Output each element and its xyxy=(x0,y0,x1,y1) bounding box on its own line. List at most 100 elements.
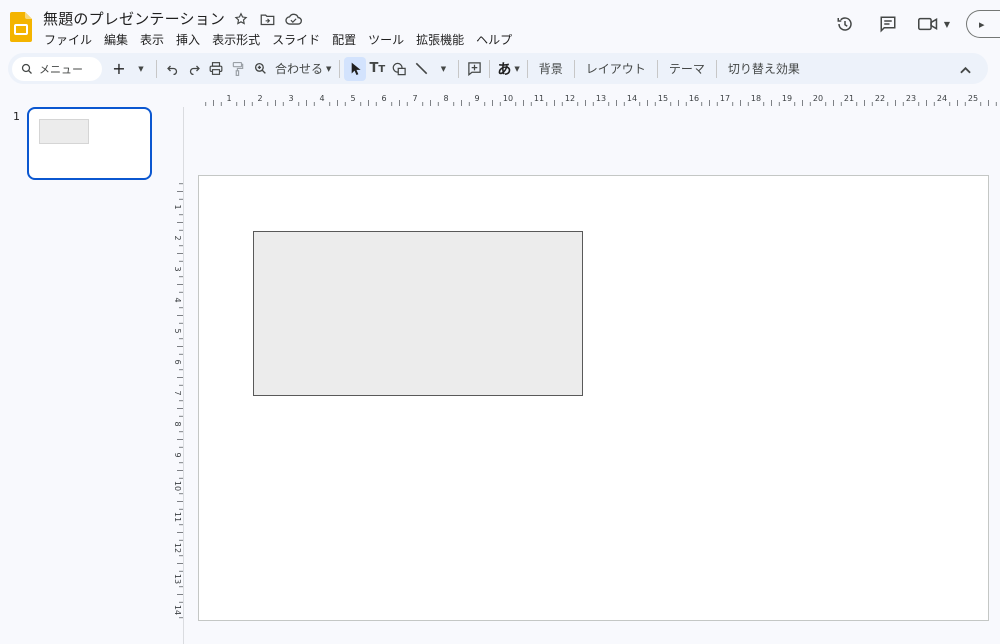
menu-edit[interactable]: 編集 xyxy=(104,31,128,48)
ruler-label: 8 xyxy=(173,421,182,426)
menu-help[interactable]: ヘルプ xyxy=(476,31,512,48)
chevron-up-icon xyxy=(959,66,971,74)
ruler-label: 25 xyxy=(968,94,978,103)
ruler-label: 12 xyxy=(173,543,182,553)
rectangle-shape[interactable] xyxy=(253,231,583,396)
ruler-label: 24 xyxy=(937,94,947,103)
ruler-label: 2 xyxy=(257,94,262,103)
ruler-label: 10 xyxy=(503,94,513,103)
undo-button[interactable] xyxy=(161,57,183,81)
move-to-folder-icon[interactable] xyxy=(258,11,276,27)
chevron-down-icon: ▼ xyxy=(943,19,950,29)
menu-bar: ファイル 編集 表示 挿入 表示形式 スライド 配置 ツール 拡張機能 ヘルプ xyxy=(44,31,512,48)
ruler-label: 19 xyxy=(782,94,792,103)
transition-button[interactable]: 切り替え効果 xyxy=(721,60,807,77)
ruler-label: 10 xyxy=(173,481,182,491)
menu-view[interactable]: 表示 xyxy=(140,31,164,48)
ruler-label: 6 xyxy=(381,94,386,103)
ruler-label: 7 xyxy=(412,94,417,103)
horizontal-ruler[interactable]: 1 2 3 4 5 6 7 8 9 10 11 12 13 14 15 16 17 18 19 20 21 22 23 24 2… xyxy=(183,92,1000,107)
ruler-label: 18 xyxy=(751,94,761,103)
menu-tools[interactable]: ツール xyxy=(368,31,404,48)
ruler-label: 15 xyxy=(658,94,668,103)
star-icon[interactable] xyxy=(232,11,250,27)
hide-menus-button[interactable] xyxy=(954,58,976,82)
line-icon xyxy=(415,62,428,75)
ruler-label: 12 xyxy=(565,94,575,103)
insert-image-shape-button[interactable] xyxy=(388,57,410,81)
redo-button[interactable] xyxy=(183,57,205,81)
chevron-down-icon: ▼ xyxy=(326,64,332,73)
undo-icon xyxy=(166,65,177,75)
ruler-label: 16 xyxy=(689,94,699,103)
theme-button[interactable]: テーマ xyxy=(662,60,712,77)
zoom-value: 合わせる xyxy=(275,62,323,76)
zoom-select[interactable]: 合わせる ▼ xyxy=(271,60,335,77)
slide-number: 1 xyxy=(13,110,20,123)
ruler-label: 17 xyxy=(720,94,730,103)
ruler-label: 9 xyxy=(173,452,182,457)
meet-button[interactable]: ▼ xyxy=(917,17,950,31)
version-history-button[interactable] xyxy=(831,10,859,38)
zoom-button[interactable] xyxy=(249,57,271,81)
history-icon xyxy=(837,17,852,31)
select-tool-button[interactable] xyxy=(344,56,367,81)
chevron-down-icon: ▼ xyxy=(440,64,447,73)
background-button[interactable]: 背景 xyxy=(532,60,570,77)
meet-camera-icon xyxy=(917,17,938,31)
chevron-down-icon: ▼ xyxy=(138,64,144,73)
input-tools-button[interactable]: あ ▼ xyxy=(494,57,522,81)
add-comment-button[interactable] xyxy=(463,57,485,81)
present-button-partial[interactable]: ▸ xyxy=(966,10,1000,38)
input-tools-label: あ xyxy=(497,61,512,78)
menu-extensions[interactable]: 拡張機能 xyxy=(416,31,464,48)
line-tool-button[interactable] xyxy=(410,57,432,81)
search-menus-input[interactable]: メニュー xyxy=(12,56,102,81)
search-icon xyxy=(21,63,32,74)
ruler-label: 13 xyxy=(596,94,606,103)
document-title[interactable]: 無題のプレゼンテーション xyxy=(43,8,225,29)
menu-format[interactable]: 表示形式 xyxy=(212,31,260,48)
ruler-label: 14 xyxy=(173,605,182,615)
ruler-label: 11 xyxy=(534,94,544,103)
ruler-label: 3 xyxy=(173,266,182,271)
ruler-label: 23 xyxy=(906,94,916,103)
google-slides-logo[interactable] xyxy=(10,12,32,42)
ruler-label: 4 xyxy=(173,297,182,302)
cloud-saved-icon[interactable] xyxy=(284,11,302,27)
redo-icon xyxy=(189,65,200,75)
ruler-label: 13 xyxy=(173,574,182,584)
new-slide-dropdown[interactable]: ▼ xyxy=(130,57,152,81)
search-placeholder: メニュー xyxy=(39,62,83,76)
cursor-icon xyxy=(351,62,361,75)
comments-icon xyxy=(880,16,896,33)
menu-file[interactable]: ファイル xyxy=(44,31,92,48)
thumbnail-shape xyxy=(39,119,89,144)
layout-button[interactable]: レイアウト xyxy=(579,60,653,77)
ruler-label: 21 xyxy=(844,94,854,103)
ruler-label: 1 xyxy=(173,204,182,209)
ruler-label: 8 xyxy=(443,94,448,103)
comments-button[interactable] xyxy=(874,10,902,38)
paint-format-button[interactable] xyxy=(227,57,249,81)
new-slide-button[interactable]: + xyxy=(108,57,130,81)
ruler-label: 14 xyxy=(627,94,637,103)
ruler-label: 5 xyxy=(173,328,182,333)
menu-slide[interactable]: スライド xyxy=(272,31,320,48)
add-comment-icon xyxy=(468,62,481,76)
paint-format-icon xyxy=(232,61,244,76)
menu-insert[interactable]: 挿入 xyxy=(176,31,200,48)
menu-arrange[interactable]: 配置 xyxy=(332,31,356,48)
print-button[interactable] xyxy=(205,57,227,81)
ruler-label: 20 xyxy=(813,94,823,103)
ruler-label: 11 xyxy=(173,512,182,522)
line-tool-dropdown[interactable]: ▼ xyxy=(432,57,454,81)
slide-canvas[interactable] xyxy=(198,175,989,621)
vertical-ruler[interactable]: 1234567891011121314 xyxy=(170,176,184,624)
ruler-label: 5 xyxy=(350,94,355,103)
slide-thumbnail[interactable] xyxy=(27,107,152,180)
print-icon xyxy=(209,62,223,75)
ruler-label: 3 xyxy=(288,94,293,103)
ruler-label: 22 xyxy=(875,94,885,103)
text-box-button[interactable]: TT xyxy=(366,57,388,81)
